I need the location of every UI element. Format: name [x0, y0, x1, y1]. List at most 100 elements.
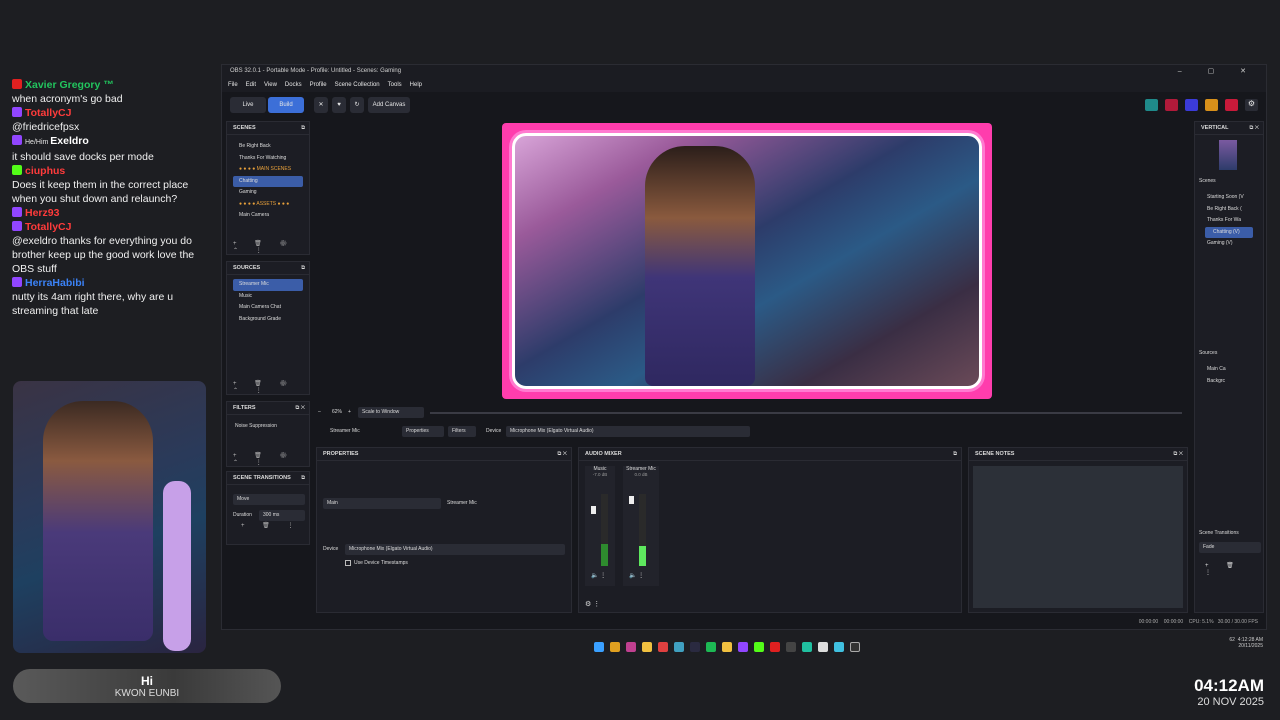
- app-icon[interactable]: [610, 641, 620, 652]
- add-canvas-button[interactable]: Add Canvas: [368, 97, 410, 113]
- mixer-settings-icon[interactable]: ⚙ ⋮: [585, 600, 600, 608]
- v-transition-controls[interactable]: + 🗑 ⋮: [1205, 562, 1263, 576]
- mode-build-button[interactable]: Build: [268, 97, 304, 113]
- dock-float-icon[interactable]: ⧉: [301, 472, 305, 485]
- v-source-item[interactable]: Main Ca: [1199, 364, 1259, 376]
- close-icon[interactable]: ⧉ ✕: [1173, 448, 1183, 461]
- zoom-out-icon[interactable]: –: [318, 409, 321, 415]
- volume-fader[interactable]: [629, 496, 634, 504]
- heart-icon[interactable]: ♥: [332, 97, 346, 113]
- v-transition-select[interactable]: Fade: [1199, 542, 1261, 553]
- vertical-preview[interactable]: [1219, 140, 1237, 170]
- tools-icon[interactable]: ✕: [314, 97, 328, 113]
- chrome-icon[interactable]: [658, 641, 668, 652]
- close-icon[interactable]: ⧉ ✕: [295, 402, 305, 415]
- v-scenes-list: Starting Soon (V Be Right Back (Thanks Fo…: [1199, 192, 1259, 250]
- filters-controls[interactable]: + 🗑 ⚙ ⌃ ⋮: [233, 452, 303, 466]
- duration-input[interactable]: 300 ms: [259, 510, 305, 521]
- scenes-controls[interactable]: + 🗑 ⚙ ⌃ ⋮: [233, 240, 303, 254]
- app-icon[interactable]: [834, 641, 844, 652]
- notes-textarea[interactable]: [973, 466, 1183, 608]
- menu-item[interactable]: File: [228, 82, 238, 88]
- zoom-in-icon[interactable]: +: [348, 409, 351, 415]
- v-scene-item[interactable]: Gaming (V): [1199, 238, 1259, 250]
- zoom-scrollbar[interactable]: [430, 412, 1182, 414]
- prop-device-select[interactable]: Microphone Mix (Elgato Virtual Audio): [345, 544, 565, 555]
- scenes-header: SCENES ⧉: [227, 122, 309, 135]
- obs-icon[interactable]: [850, 641, 860, 652]
- menu-item[interactable]: Docks: [285, 82, 302, 88]
- source-item[interactable]: Music: [227, 291, 309, 303]
- spotify-icon[interactable]: [706, 641, 716, 652]
- scene-item[interactable]: Thanks For Watching: [227, 153, 309, 165]
- transition-controls[interactable]: + 🗑 ⋮: [241, 522, 303, 532]
- source-item[interactable]: Main Camera Chat: [227, 302, 309, 314]
- mute-speaker-icon[interactable]: 🔈 ⋮: [591, 572, 606, 579]
- app-icon[interactable]: [802, 641, 812, 652]
- filters-button[interactable]: Filters: [448, 426, 476, 437]
- sources-controls[interactable]: + 🗑 ⚙ ⌃ ⋮: [233, 380, 303, 394]
- app-icon[interactable]: [626, 641, 636, 652]
- filter-item[interactable]: Noise Suppression: [227, 415, 309, 433]
- timestamps-checkbox[interactable]: [345, 560, 351, 566]
- app-icon[interactable]: [722, 641, 732, 652]
- chat-message: He/Him Exeldro it should save docks per m…: [12, 134, 212, 164]
- v-scene-item[interactable]: Be Right Back (: [1199, 204, 1259, 216]
- app-icon[interactable]: [818, 641, 828, 652]
- close-icon[interactable]: ⧉ ✕: [557, 448, 567, 461]
- dock-float-icon[interactable]: ⧉: [301, 122, 305, 135]
- mode-live-button[interactable]: Live: [230, 97, 266, 113]
- start-icon[interactable]: [594, 641, 604, 652]
- program-preview[interactable]: [502, 123, 992, 399]
- redo-icon[interactable]: ↻: [350, 97, 364, 113]
- app-icon[interactable]: [786, 641, 796, 652]
- chat-text: Does it keep them in the correct place w…: [12, 179, 189, 205]
- v-scene-item[interactable]: Starting Soon (V: [1199, 192, 1259, 204]
- app-icon[interactable]: [674, 641, 684, 652]
- notes-title: SCENE NOTES: [975, 451, 1015, 457]
- menu-item[interactable]: Edit: [246, 82, 256, 88]
- properties-button[interactable]: Properties: [402, 426, 444, 437]
- scale-mode-select[interactable]: Scale to Window: [358, 407, 424, 418]
- chat-text: @exeldro thanks for everything you do br…: [12, 235, 195, 275]
- app-icon[interactable]: [690, 641, 700, 652]
- settings-gear-icon[interactable]: ⚙: [1245, 99, 1258, 111]
- menu-item[interactable]: Scene Collection: [335, 82, 380, 88]
- dock-icon-teal[interactable]: [1145, 99, 1158, 111]
- mute-speaker-icon[interactable]: 🔈 ⋮: [629, 572, 644, 579]
- youtube-icon[interactable]: [770, 641, 780, 652]
- volume-fader[interactable]: [591, 506, 596, 514]
- dock-icon-red[interactable]: [1165, 99, 1178, 111]
- kick-icon[interactable]: [754, 641, 764, 652]
- kick-icon: [12, 165, 22, 175]
- audio-track-select[interactable]: Main: [323, 498, 441, 509]
- window-controls[interactable]: – ▢ ✕: [1178, 65, 1258, 78]
- v-scene-item[interactable]: Thanks For Wa: [1199, 215, 1259, 227]
- dock-icon-orange[interactable]: [1205, 99, 1218, 111]
- chat-text: when acronym's go bad: [12, 93, 123, 105]
- transition-select[interactable]: Move: [233, 494, 305, 505]
- menu-item[interactable]: Tools: [388, 82, 402, 88]
- scene-item[interactable]: ● ● ● ● ASSETS ● ● ●: [227, 199, 309, 211]
- menu-item[interactable]: Help: [410, 82, 422, 88]
- scene-item[interactable]: Be Right Back: [227, 141, 309, 153]
- source-item[interactable]: Background Grade: [227, 314, 309, 326]
- dock-icon-crimson[interactable]: [1225, 99, 1238, 111]
- v-scene-item[interactable]: Chatting (V): [1205, 226, 1253, 238]
- scene-item[interactable]: Gaming: [227, 187, 309, 199]
- dock-icon-blue[interactable]: [1185, 99, 1198, 111]
- scene-item[interactable]: ● ● ● ● MAIN SCENES: [227, 164, 309, 176]
- twitch-icon[interactable]: [738, 641, 748, 652]
- v-source-item[interactable]: Backgrc: [1199, 376, 1259, 388]
- mixer-channel-music: Music -7.0 dB 🔈 ⋮: [585, 466, 615, 586]
- folder-icon[interactable]: [642, 641, 652, 652]
- dock-float-icon[interactable]: ⧉: [953, 448, 957, 461]
- scene-item[interactable]: Chatting: [233, 175, 303, 187]
- close-icon[interactable]: ⧉ ✕: [1249, 122, 1259, 135]
- menu-item[interactable]: View: [264, 82, 277, 88]
- scene-item[interactable]: Main Camera: [227, 210, 309, 222]
- context-device-select[interactable]: Microphone Mix (Elgato Virtual Audio): [506, 426, 750, 437]
- dock-float-icon[interactable]: ⧉: [301, 262, 305, 275]
- menu-item[interactable]: Profile: [310, 82, 327, 88]
- source-item[interactable]: Streamer Mic: [233, 279, 303, 291]
